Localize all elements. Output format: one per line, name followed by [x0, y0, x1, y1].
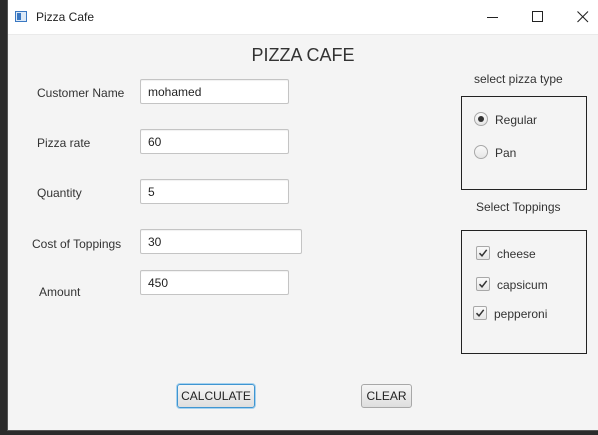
close-button[interactable] [560, 0, 598, 34]
maximize-icon [532, 11, 543, 22]
checkbox-pepperoni[interactable]: pepperoni [473, 305, 577, 323]
checkbox-pepperoni-label: pepperoni [494, 307, 548, 321]
app-window-icon [15, 11, 27, 22]
window-title: Pizza Cafe [36, 10, 95, 24]
minimize-button[interactable] [470, 0, 516, 34]
checkmark-icon [478, 249, 488, 257]
checkbox-icon [476, 277, 490, 291]
calculate-button[interactable]: CALCULATE [177, 384, 255, 408]
desktop-background-bottom [0, 430, 598, 435]
radio-button-icon [474, 112, 488, 126]
toppings-group: cheese capsicum pepperoni [461, 230, 587, 354]
radio-button-icon [474, 145, 488, 159]
amount-field[interactable]: 450 [140, 270, 289, 295]
radio-pan-label: Pan [495, 146, 517, 160]
toppings-caption: Select Toppings [476, 200, 561, 214]
amount-label: Amount [39, 285, 81, 299]
pizza-type-group: Regular Pan [461, 96, 587, 190]
radio-regular[interactable]: Regular [474, 111, 574, 129]
close-icon [577, 11, 589, 23]
customer-name-field[interactable]: mohamed [140, 79, 289, 104]
pizza-rate-field[interactable]: 60 [140, 129, 289, 154]
radio-selected-dot [478, 116, 484, 122]
pizza-cafe-window: Pizza Cafe PIZZA CAFE Customer Name Pizz… [8, 0, 598, 430]
customer-name-label: Customer Name [37, 86, 125, 100]
checkmark-icon [478, 280, 488, 288]
minimize-icon [487, 17, 498, 18]
pizza-type-caption: select pizza type [474, 72, 563, 86]
checkbox-icon [473, 306, 487, 320]
desktop-background [0, 0, 8, 435]
radio-regular-label: Regular [495, 113, 538, 127]
cost-of-toppings-field[interactable]: 30 [140, 229, 302, 254]
page-title: PIZZA CAFE [251, 45, 355, 65]
cost-of-toppings-label: Cost of Toppings [32, 237, 122, 251]
quantity-field[interactable]: 5 [140, 179, 289, 204]
clear-button[interactable]: CLEAR [361, 384, 412, 408]
checkmark-icon [475, 309, 485, 317]
title-bar[interactable]: Pizza Cafe [8, 0, 598, 35]
pizza-rate-label: Pizza rate [37, 136, 91, 150]
quantity-label: Quantity [37, 186, 82, 200]
checkbox-capsicum[interactable]: capsicum [476, 276, 576, 294]
maximize-button[interactable] [515, 0, 561, 34]
checkbox-cheese-label: cheese [497, 247, 536, 261]
checkbox-cheese[interactable]: cheese [476, 245, 576, 263]
radio-pan[interactable]: Pan [474, 144, 574, 162]
checkbox-icon [476, 246, 490, 260]
checkbox-capsicum-label: capsicum [497, 278, 548, 292]
